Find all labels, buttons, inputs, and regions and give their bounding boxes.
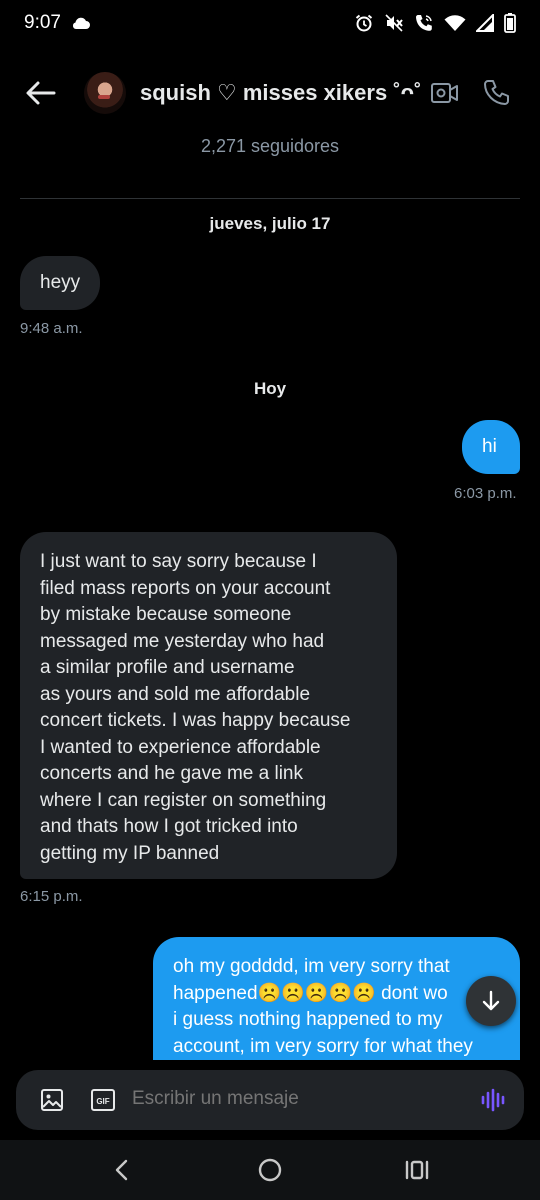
message-line: oh my godddd, im very sorry that [173,956,450,977]
wifi-icon [444,15,466,31]
status-bar: 9:07 [0,0,540,46]
alarm-icon [355,14,373,32]
conversation-title[interactable]: squish ♡ misses xikers ˚ᴖ˚ [140,80,421,106]
arrow-down-icon [482,990,500,1011]
message-line: account, im very sorry for what they [173,1035,473,1057]
date-separator: jueves, julio 17 [209,214,331,233]
message-line: getting my IP banned [40,842,220,864]
message-bubble-outgoing[interactable]: oh my godddd, im very sorry that happene… [153,937,520,1060]
avatar[interactable] [84,72,126,114]
message-line: filed mass reports on your account [40,577,331,599]
message-line: a similar profile and username [40,657,295,678]
system-navigation-bar [0,1140,540,1200]
status-time: 9:07 [24,12,61,33]
follower-count: 2,271 seguidores [200,136,340,156]
nav-back-icon[interactable] [110,1158,134,1182]
gif-icon[interactable]: GIF [91,1089,115,1111]
image-icon[interactable] [40,1088,64,1112]
message-timestamp: 6:15 p.m. [20,888,83,905]
message-line: concert tickets. I was happy because [40,710,351,731]
conversation-header: squish ♡ misses xikers ˚ᴖ˚ [0,62,540,124]
back-arrow-icon[interactable] [24,78,58,108]
message-bubble-incoming[interactable]: heyy [20,256,101,310]
message-text: hi [482,436,497,457]
date-separator: Hoy [253,379,287,398]
gif-label: GIF [96,1097,109,1106]
nav-recents-icon[interactable] [404,1158,430,1182]
message-text: heyy [40,272,81,293]
message-line: I wanted to experience affordable [40,736,321,758]
message-line: i guess nothing happened to my [173,1009,443,1030]
voice-message-icon[interactable] [480,1087,506,1113]
message-bubble-outgoing[interactable]: hi [462,420,520,474]
message-line: happened☹️☹️☹️☹️☹️ dont wo [173,982,448,1004]
message-input[interactable] [132,1088,452,1110]
message-timestamp: 6:03 p.m. [454,485,517,502]
message-line: concerts and he gave me a link [40,763,303,784]
header-divider [20,198,520,199]
video-call-icon[interactable] [430,80,460,106]
message-line: messaged me yesterday who had [40,630,325,652]
nav-home-icon[interactable] [256,1156,284,1184]
message-timestamp: 9:48 a.m. [20,320,83,337]
phone-icon[interactable] [482,78,510,108]
message-composer: GIF [16,1070,524,1130]
battery-icon [504,13,516,33]
message-line: I just want to say sorry because I [40,551,317,572]
wifi-calling-icon [416,15,432,31]
message-line: by mistake because someone [40,604,292,625]
message-line: where I can register on something [40,789,327,811]
message-bubble-incoming[interactable]: I just want to say sorry because I filed… [20,532,397,879]
scroll-to-bottom-button[interactable] [466,976,516,1026]
mute-icon [385,14,403,32]
message-line: and thats how I got tricked into [40,816,298,837]
cloud-icon [72,17,90,29]
signal-icon [476,14,494,32]
message-line: as yours and sold me affordable [40,683,311,705]
